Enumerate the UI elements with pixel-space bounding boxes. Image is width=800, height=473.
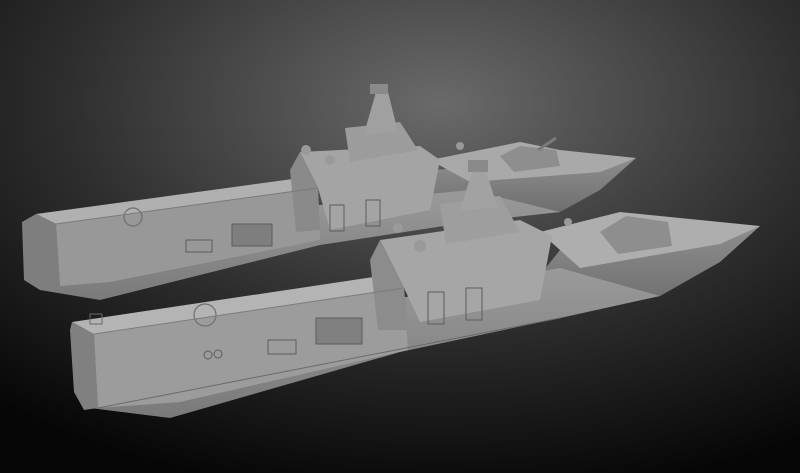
ship-back-mast-top xyxy=(370,84,388,94)
render-viewport xyxy=(0,0,800,473)
ship-front-dome-2 xyxy=(414,240,426,252)
ship-front-mast-top xyxy=(468,160,488,172)
ship-back-stern xyxy=(22,214,60,290)
scene-canvas xyxy=(0,0,800,473)
ship-front-vent-panel xyxy=(315,317,363,345)
ship-back-dome-2 xyxy=(325,155,335,165)
ship-back-dome-3 xyxy=(456,142,464,150)
ship-front-dome-3 xyxy=(564,218,572,226)
ship-back-vent-panel xyxy=(231,223,273,247)
ship-back-dome-1 xyxy=(301,145,311,155)
ship-front-dome-1 xyxy=(393,223,403,233)
